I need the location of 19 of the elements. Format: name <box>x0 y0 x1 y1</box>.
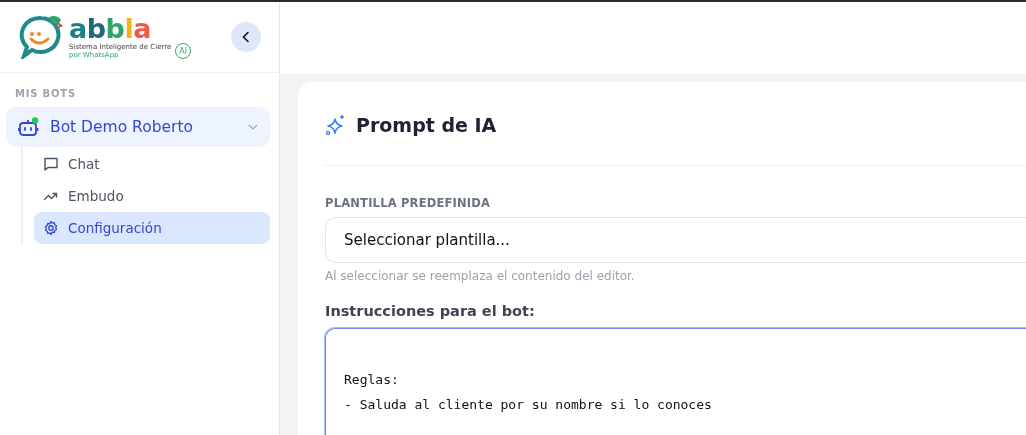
field-label: PLANTILLA PREDEFINIDA <box>325 196 492 210</box>
collapse-button[interactable] <box>231 22 261 52</box>
nav-item[interactable]: Embudo <box>34 180 270 212</box>
card-title: Prompt de IA <box>356 114 497 136</box>
chevron-left-icon <box>241 31 251 43</box>
settings-icon <box>43 220 59 236</box>
field-label: Instrucciones para el bot: <box>325 303 536 319</box>
logo-icon <box>19 15 65 59</box>
instructions-field[interactable]: Reglas: - Saluda al cliente por su nombre si lo conoces <box>325 328 1026 435</box>
sparkle-icon <box>325 114 347 136</box>
bot-item[interactable]: Bot Demo Roberto <box>6 107 270 147</box>
helper-text: Al seleccionar se reemplaza el contenido del editor. <box>325 269 636 283</box>
logo-wordmark: abbla <box>69 15 152 43</box>
chat-icon <box>43 156 59 172</box>
nav-item[interactable]: Configuración <box>34 212 270 244</box>
robot-icon <box>18 117 40 137</box>
section-title: MIS BOTS <box>14 87 77 101</box>
nav-item[interactable]: Chat <box>34 148 270 180</box>
template-select[interactable]: Seleccionar plantilla... <box>325 217 1026 263</box>
